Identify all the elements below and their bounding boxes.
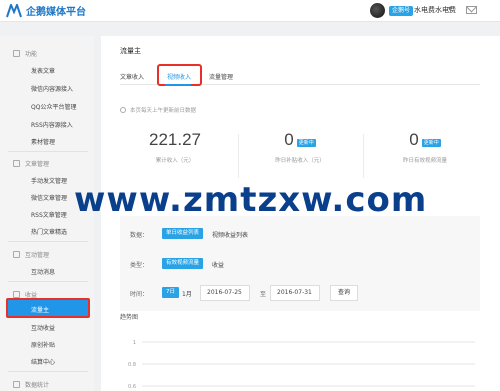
platform-logo[interactable]: 企鹅媒体平台 <box>6 3 86 18</box>
tab-article-income[interactable]: 文章收入 <box>120 72 144 81</box>
sidebar-item-rss-source[interactable]: RSS内容源接入 <box>31 120 73 129</box>
sidebar-divider <box>8 281 88 282</box>
filter-label: 时间： <box>130 291 149 298</box>
tab-active-underline <box>165 84 191 86</box>
sidebar-divider <box>8 371 88 372</box>
tab-traffic-management[interactable]: 流量管理 <box>209 72 233 81</box>
filter-label: 数据： <box>130 232 149 239</box>
stats-icon <box>13 381 20 388</box>
updating-badge: 更新中 <box>296 139 316 147</box>
sidebar-group-function: 功能 <box>13 49 37 58</box>
sidebar-group-statistics: 数据统计 <box>13 380 49 389</box>
updating-badge: 更新中 <box>421 139 441 147</box>
sidebar-item-publish-article[interactable]: 发表文章 <box>31 66 55 75</box>
chat-icon <box>13 251 20 258</box>
page-title: 流量主 <box>120 47 141 55</box>
data-option-daily[interactable]: 单日收益列表 <box>162 228 204 239</box>
watermark-text: www.zmtzxw.com <box>74 180 428 220</box>
info-icon <box>120 107 126 113</box>
stat-value: 0 <box>284 130 294 149</box>
y-tick-label: 1 <box>133 340 136 346</box>
time-option-1m[interactable]: 1月 <box>182 289 192 298</box>
sidebar-item-wechat-articles[interactable]: 微信文章管理 <box>31 193 67 202</box>
filter-panel: 数据： 单日收益列表 视频收益列表 类型： 有效视频流量 收益 时间： 7日 1… <box>120 216 480 311</box>
trend-chart-title: 趋势图 <box>120 314 139 321</box>
stat-label: 昨日补贴收入（元） <box>275 158 325 164</box>
stat-total-income: 221.27 累计收入（元） <box>120 130 230 164</box>
account-type-badge: 企鹅号 <box>389 6 414 16</box>
sidebar-group-articles: 文章管理 <box>13 159 49 168</box>
stat-yesterday-traffic: 0 更新中 昨日有效视频流量 <box>370 130 480 164</box>
sidebar-item-manual-articles[interactable]: 手动发文管理 <box>31 176 67 185</box>
sidebar-item-messages[interactable]: 互动消息 <box>31 267 55 276</box>
y-tick-label: 0.6 <box>128 384 136 390</box>
sidebar-divider <box>8 241 88 242</box>
sidebar-item-wechat-source[interactable]: 微信内容源接入 <box>31 84 73 93</box>
filter-label: 类型： <box>130 262 149 269</box>
logo-text: 企鹅媒体平台 <box>26 7 86 18</box>
sidebar-item-settlement[interactable]: 结算中心 <box>31 357 55 366</box>
wallet-icon <box>13 291 20 298</box>
trend-chart: 1 0.8 0.6 <box>128 340 475 390</box>
stat-value: 221.27 <box>149 130 201 149</box>
tab-highlight-box <box>157 64 202 86</box>
mail-icon[interactable] <box>466 6 477 14</box>
filter-row-data: 数据： 单日收益列表 视频收益列表 <box>120 224 480 244</box>
filter-row-time: 时间： 7日 1月 2016-07-25 至 2016-07-31 查询 <box>120 283 480 303</box>
sidebar-item-hot-articles[interactable]: 热门文章精选 <box>31 227 67 236</box>
query-button[interactable]: 查询 <box>330 285 358 301</box>
grid-icon <box>13 50 20 57</box>
sidebar-item-qq-platform[interactable]: QQ公众平台管理 <box>31 102 76 111</box>
update-notice: 本页每天上午更新前日数据 <box>120 106 196 114</box>
sidebar-item-interaction-income[interactable]: 互动收益 <box>31 323 55 332</box>
avatar[interactable] <box>370 3 385 18</box>
stat-label: 累计收入（元） <box>155 158 195 164</box>
data-option-video[interactable]: 视频收益列表 <box>212 230 248 239</box>
date-to-input[interactable]: 2016-07-31 <box>270 285 320 301</box>
time-option-7d[interactable]: 7日 <box>162 287 179 298</box>
stat-label: 昨日有效视频流量 <box>402 158 447 164</box>
stat-yesterday-subsidy: 0 更新中 昨日补贴收入（元） <box>245 130 355 164</box>
sidebar-item-original-subsidy[interactable]: 原创补贴 <box>31 340 55 349</box>
sidebar-divider <box>8 151 88 152</box>
type-option-traffic[interactable]: 有效视频流量 <box>162 258 204 269</box>
type-option-income[interactable]: 收益 <box>212 260 224 269</box>
sidebar-item-traffic-owner[interactable]: 流量主 <box>6 298 90 318</box>
top-bar: 企鹅媒体平台 企鹅号 水电费水电费 ▾ <box>0 0 500 22</box>
sidebar-group-interaction: 互动管理 <box>13 250 49 259</box>
sidebar-item-rss-articles[interactable]: RSS文章管理 <box>31 210 67 219</box>
sidebar-item-materials[interactable]: 素材管理 <box>31 137 55 146</box>
stat-value: 0 <box>409 130 419 149</box>
penguin-logo-icon <box>6 3 22 17</box>
chevron-down-icon[interactable]: ▾ <box>448 5 451 12</box>
stat-divider <box>363 134 364 178</box>
stat-divider <box>238 134 239 178</box>
filter-row-type: 类型： 有效视频流量 收益 <box>120 254 480 274</box>
document-icon <box>13 160 20 167</box>
date-separator: 至 <box>260 291 267 298</box>
date-from-input[interactable]: 2016-07-25 <box>200 285 250 301</box>
y-tick-label: 0.8 <box>128 362 136 368</box>
